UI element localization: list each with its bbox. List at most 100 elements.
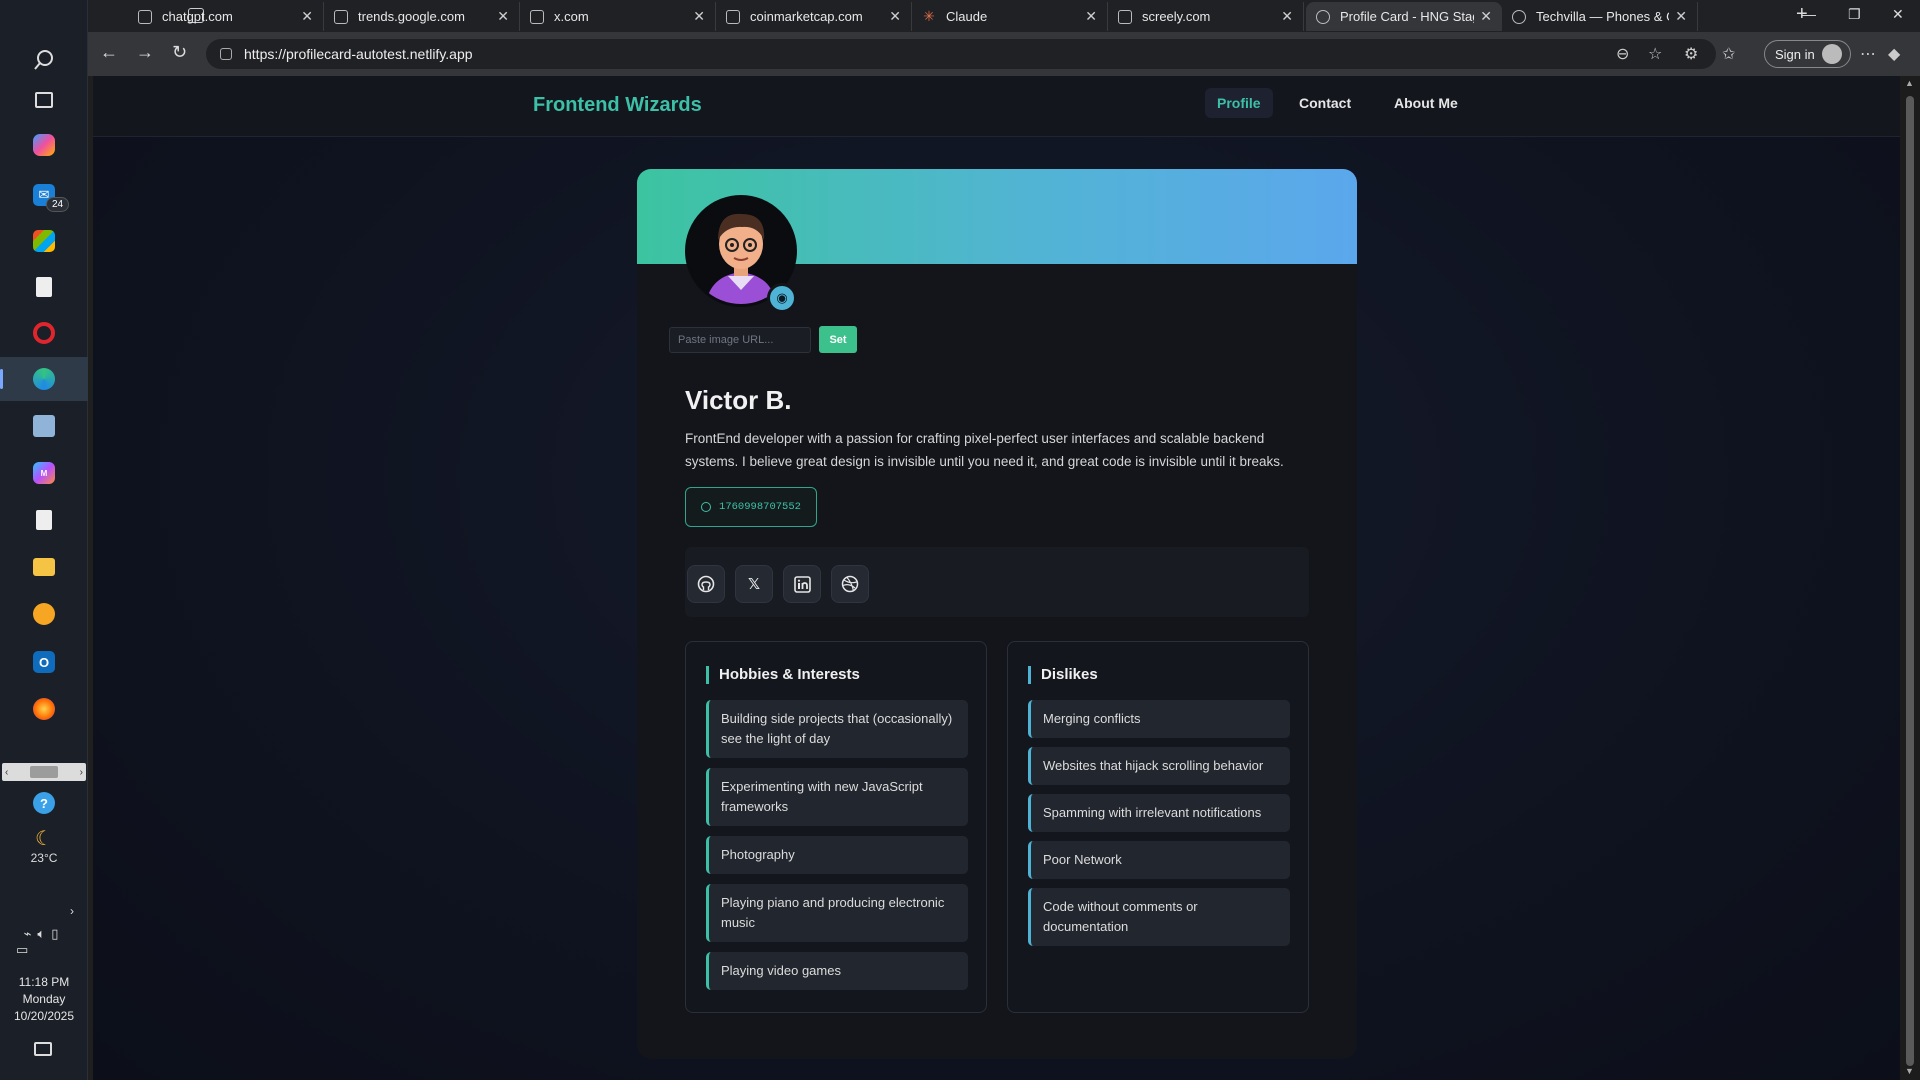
tab-techvilla[interactable]: Techvilla — Phones & Ga ✕	[1502, 2, 1698, 31]
back-icon[interactable]: ←	[100, 42, 118, 63]
windows-logo-icon	[34, 12, 54, 32]
tab-screely[interactable]: screely.com ✕	[1108, 2, 1304, 31]
site-header: Frontend Wizards Profile Contact About M…	[93, 76, 1900, 137]
tab-title: chatgpt.com	[162, 9, 233, 24]
sign-in-button[interactable]: Sign in	[1764, 40, 1851, 68]
profile-card: ◉ Set Victor B. FrontEnd developer with …	[637, 169, 1357, 1059]
firefox-button[interactable]	[0, 687, 88, 731]
mail-button[interactable]: ✉ 24	[0, 173, 88, 217]
timestamp-value: 1760998707552	[719, 501, 801, 513]
scroll-left-icon[interactable]: ‹	[5, 767, 8, 778]
address-bar[interactable]: https://profilecard-autotest.netlify.app	[206, 39, 1716, 69]
tab-title: screely.com	[1142, 9, 1211, 24]
tab-coinmarketcap[interactable]: coinmarketcap.com ✕	[716, 2, 912, 31]
search-button[interactable]	[0, 38, 88, 82]
url-text[interactable]: https://profilecard-autotest.netlify.app	[244, 46, 473, 62]
nav-about-me[interactable]: About Me	[1382, 88, 1470, 118]
explorer-button[interactable]	[0, 545, 88, 589]
outlook-button[interactable]: O	[0, 640, 88, 684]
document-icon	[36, 510, 52, 530]
system-tray[interactable]: › ⌁🔈︎▯ ▭	[0, 904, 88, 958]
favorites-icon[interactable]: ✩	[1722, 44, 1735, 64]
claude-favicon-icon: ✳	[923, 8, 935, 24]
more-icon[interactable]: ⋯	[1860, 44, 1876, 64]
close-tab-icon[interactable]: ✕	[1675, 8, 1687, 25]
favorite-star-icon[interactable]: ☆	[1648, 44, 1662, 64]
close-tab-icon[interactable]: ✕	[1085, 8, 1097, 25]
restore-icon[interactable]: ❐	[1848, 6, 1861, 23]
remote-desktop-button[interactable]	[0, 404, 88, 448]
scroll-thumb[interactable]	[1906, 96, 1914, 1066]
zoom-icon[interactable]: ⊖	[1616, 44, 1629, 64]
page-viewport: Frontend Wizards Profile Contact About M…	[93, 76, 1900, 1080]
scroll-thumb[interactable]	[30, 766, 58, 778]
page-scrollbar[interactable]: ▲ ▼	[1900, 76, 1920, 1080]
copilot-button[interactable]	[0, 123, 88, 167]
nav-contact[interactable]: Contact	[1287, 88, 1363, 118]
opera-icon	[33, 322, 55, 344]
hobbies-title: Hobbies & Interests	[706, 666, 860, 684]
camera-icon[interactable]: ◉	[767, 283, 797, 313]
hobbies-panel: Hobbies & Interests Building side projec…	[685, 641, 987, 1013]
tab-chatgpt[interactable]: chatgpt.com ✕	[128, 2, 324, 31]
chevron-right-icon[interactable]: ›	[0, 904, 88, 918]
list-item: Playing video games	[706, 952, 968, 990]
battery-icon[interactable]: ▯	[51, 926, 64, 941]
file2-button[interactable]	[0, 498, 88, 542]
notification-icon[interactable]	[34, 1042, 52, 1056]
file-button[interactable]	[0, 265, 88, 309]
app-button[interactable]	[0, 592, 88, 636]
avatar-url-input[interactable]	[669, 327, 811, 353]
dribbble-link[interactable]	[831, 565, 869, 603]
tab-title: Claude	[946, 9, 988, 24]
weather-widget[interactable]: ☾ 23°C	[0, 826, 88, 865]
forward-icon[interactable]: →	[136, 42, 154, 63]
keyboard-icon[interactable]: ▭	[0, 942, 88, 958]
set-avatar-button[interactable]: Set	[819, 326, 857, 353]
minimize-icon[interactable]: —	[1802, 6, 1816, 22]
extensions-icon[interactable]: ⚙	[1684, 44, 1698, 64]
tab-trends[interactable]: trends.google.com ✕	[324, 2, 520, 31]
tab-claude[interactable]: ✳ Claude ✕	[912, 2, 1108, 31]
scroll-up-icon[interactable]: ▲	[1905, 78, 1914, 88]
x-link[interactable]: 𝕏	[735, 565, 773, 603]
close-tab-icon[interactable]: ✕	[693, 8, 705, 25]
opera-button[interactable]	[0, 311, 88, 355]
github-link[interactable]	[687, 565, 725, 603]
network-off-icon[interactable]: ⌁	[24, 926, 38, 941]
list-item: Poor Network	[1028, 841, 1290, 879]
refresh-icon[interactable]: ↻	[172, 42, 187, 63]
store-button[interactable]	[0, 219, 88, 263]
linkedin-link[interactable]	[783, 565, 821, 603]
lock-icon[interactable]	[220, 48, 232, 60]
page-favicon-icon	[334, 9, 348, 24]
profile-bio: FrontEnd developer with a passion for cr…	[685, 431, 1284, 469]
scroll-right-icon[interactable]: ›	[80, 767, 83, 778]
volume-icon[interactable]: 🔈︎	[37, 926, 51, 941]
nav-profile[interactable]: Profile	[1205, 88, 1273, 118]
close-tab-icon[interactable]: ✕	[1281, 8, 1293, 25]
tab-profile-card[interactable]: Profile Card - HNG Stage ✕	[1306, 2, 1502, 31]
clock-time: 11:18 PM	[18, 975, 70, 989]
taskbar-clock[interactable]: 11:18 PM Monday 10/20/2025	[0, 974, 88, 1025]
page-favicon-icon	[1118, 9, 1132, 24]
clock-date: 10/20/2025	[13, 1009, 75, 1023]
m365-button[interactable]: M	[0, 451, 88, 495]
copilot-icon	[33, 134, 55, 156]
brand-logo[interactable]: Frontend Wizards	[533, 94, 702, 117]
dislikes-panel: Dislikes Merging conflicts Websites that…	[1007, 641, 1309, 1013]
copilot-icon[interactable]: ◆	[1888, 44, 1900, 64]
close-tab-icon[interactable]: ✕	[889, 8, 901, 25]
close-window-icon[interactable]: ✕	[1892, 6, 1904, 23]
scroll-down-icon[interactable]: ▼	[1905, 1066, 1914, 1076]
close-tab-icon[interactable]: ✕	[497, 8, 509, 25]
help-button[interactable]: ?	[0, 781, 88, 825]
task-view-button[interactable]	[0, 78, 88, 122]
clock-day: Monday	[22, 992, 66, 1006]
close-tab-icon[interactable]: ✕	[1480, 8, 1492, 25]
edge-button[interactable]	[0, 357, 88, 401]
tab-x[interactable]: x.com ✕	[520, 2, 716, 31]
taskbar-scrollbar[interactable]: ‹ ›	[2, 763, 86, 781]
list-item: Building side projects that (occasionall…	[706, 700, 968, 758]
close-tab-icon[interactable]: ✕	[301, 8, 313, 25]
